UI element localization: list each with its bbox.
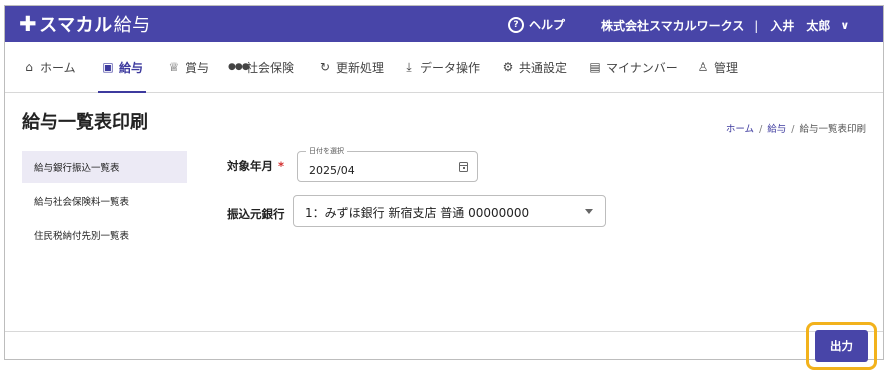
nav-item-common-settings[interactable]: ⚙ 共通設定 <box>501 42 567 92</box>
sidebar-item-label: 住民税納付先別一覧表 <box>34 231 130 242</box>
page-title: 給与一覧表印刷 <box>22 112 148 133</box>
sidebar-item-resident-tax-list[interactable]: 住民税納付先別一覧表 <box>22 219 187 251</box>
nav-item-label: 賞与 <box>185 60 210 75</box>
nav-item-label: 管理 <box>714 60 739 75</box>
sidebar-item-bank-transfer-list[interactable]: 給与銀行振込一覧表 <box>22 151 187 183</box>
breadcrumb-home[interactable]: ホーム <box>726 124 754 135</box>
breadcrumb: ホーム / 給与 / 給与一覧表印刷 <box>726 121 866 135</box>
breadcrumb-separator: / <box>759 124 763 135</box>
calendar-icon[interactable] <box>459 162 468 172</box>
nav-item-label: 社会保険 <box>246 60 295 75</box>
download-icon: ⤓ <box>406 59 412 74</box>
dropdown-caret-icon <box>585 209 593 214</box>
breadcrumb-payroll[interactable]: 給与 <box>767 124 786 135</box>
output-button[interactable]: 出力 <box>815 330 868 362</box>
trophy-icon: ♕ <box>168 60 180 74</box>
source-bank-select[interactable]: 1：みずほ銀行 新宿支店 普通 00000000 <box>293 195 606 227</box>
nav-item-label: 更新処理 <box>336 60 385 75</box>
help-icon: ? <box>508 16 524 33</box>
chevron-down-icon[interactable]: ∨ <box>840 19 849 32</box>
refresh-icon: ↻ <box>319 60 331 74</box>
nav-item-update[interactable]: ↻ 更新処理 <box>318 42 384 92</box>
company-name: 株式会社スマカルワークス <box>601 19 745 33</box>
nav-item-label: 共通設定 <box>519 60 568 75</box>
date-field-legend: 日付を選択 <box>306 146 347 156</box>
help-link[interactable]: ? ヘルプ <box>508 16 565 33</box>
header-separator: | <box>754 18 759 33</box>
bank-label: 振込元銀行 <box>227 207 285 221</box>
nav-item-home[interactable]: ⌂ ホーム <box>22 42 76 92</box>
company-user-menu[interactable]: 株式会社スマカルワークス | 入井 太郎 ∨ <box>601 17 849 34</box>
nav-item-label: ホーム <box>40 60 76 75</box>
nav-item-social-insurance[interactable]: ●●● 社会保険 <box>228 42 294 92</box>
app-logo[interactable]: ✚ スマカル 給与 <box>19 11 151 37</box>
people-icon: ●●● <box>228 62 250 72</box>
home-icon: ⌂ <box>25 60 33 74</box>
source-bank-value: 1：みずほ銀行 新宿支店 普通 00000000 <box>305 206 530 220</box>
payroll-icon: ▣ <box>102 60 114 74</box>
target-month-date-field[interactable]: 日付を選択 2025/04 <box>297 146 478 182</box>
breadcrumb-current: 給与一覧表印刷 <box>799 124 866 135</box>
user-icon: ♙ <box>697 60 709 74</box>
nav-item-payroll[interactable]: ▣ 給与 <box>97 42 147 93</box>
target-month-label-text: 対象年月 <box>227 159 273 173</box>
footer-divider <box>5 331 883 332</box>
help-label: ヘルプ <box>529 18 566 32</box>
breadcrumb-separator: / <box>791 124 795 135</box>
nav-item-label: データ操作 <box>420 60 481 75</box>
nav-item-data-ops[interactable]: ⤓ データ操作 <box>402 42 480 92</box>
app-window: ✚ スマカル 給与 ? ヘルプ 株式会社スマカルワークス | 入井 太郎 ∨ ⌂… <box>4 5 884 360</box>
nav-item-admin[interactable]: ♙ 管理 <box>696 42 738 92</box>
nav-item-my-number[interactable]: ▤ マイナンバー <box>588 42 678 92</box>
logo-main-text: スマカル <box>39 15 113 36</box>
required-mark: * <box>278 159 285 173</box>
user-name: 入井 太郎 <box>770 19 831 33</box>
card-icon: ▤ <box>589 60 601 74</box>
top-header: ✚ スマカル 給与 ? ヘルプ 株式会社スマカルワークス | 入井 太郎 ∨ <box>5 6 883 42</box>
gear-icon: ⚙ <box>502 60 514 74</box>
logo-plus-icon: ✚ <box>19 11 38 36</box>
sidebar-item-label: 給与銀行振込一覧表 <box>34 163 120 174</box>
date-field-value: 2025/04 <box>309 164 355 177</box>
sidebar-item-social-insurance-list[interactable]: 給与社会保険料一覧表 <box>22 185 187 217</box>
target-month-label: 対象年月 * <box>227 158 284 174</box>
nav-item-bonus[interactable]: ♕ 賞与 <box>167 42 209 92</box>
logo-sub-text: 給与 <box>113 15 151 36</box>
main-nav: ⌂ ホーム ▣ 給与 ♕ 賞与 ●●● 社会保険 ↻ 更新処理 ⤓ データ操作 … <box>5 42 883 93</box>
nav-item-label: マイナンバー <box>606 60 678 75</box>
sidebar-item-label: 給与社会保険料一覧表 <box>34 197 130 208</box>
nav-item-label: 給与 <box>119 60 144 75</box>
